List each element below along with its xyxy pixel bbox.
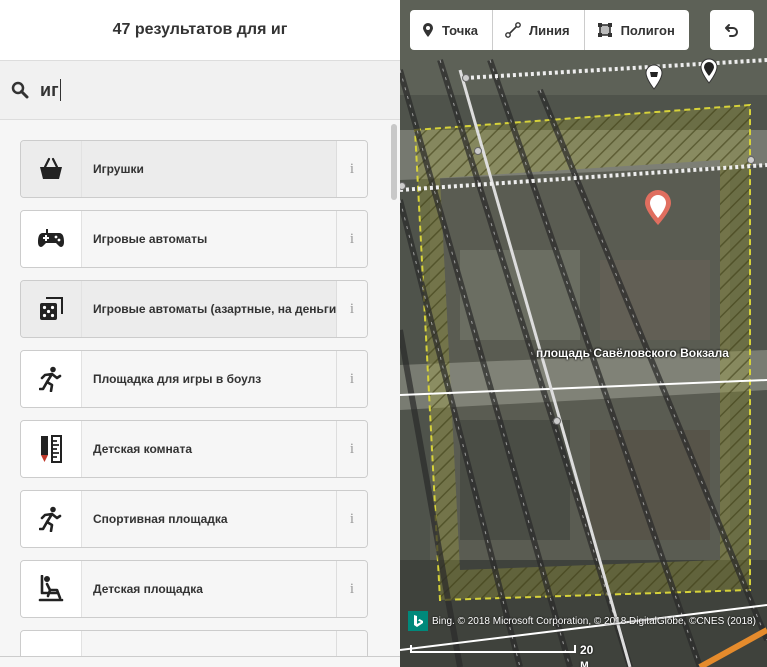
attribution-text[interactable]: Bing. © 2018 Microsoft Corporation, © 20… (432, 616, 756, 627)
selected-map-pin[interactable] (644, 190, 672, 226)
info-button[interactable]: i (336, 421, 367, 477)
info-button[interactable]: i (336, 141, 367, 197)
result-label: Площадка для игры в боулз (93, 372, 262, 386)
info-button[interactable]: i (336, 561, 367, 617)
search-icon (11, 81, 29, 99)
result-playground[interactable]: Детская площадка i (20, 560, 368, 618)
result-kids-room[interactable]: Детская комната i (20, 420, 368, 478)
map-area[interactable]: площадь Савёловского Вокзала Точка Линия (400, 0, 767, 667)
playground-icon (38, 575, 64, 602)
undo-button[interactable] (710, 10, 754, 50)
result-partial[interactable] (20, 630, 368, 657)
result-arcade[interactable]: Игровые автоматы i (20, 210, 368, 268)
result-sports-ground[interactable]: Спортивная площадка i (20, 490, 368, 548)
result-label: Игровые автоматы (93, 232, 208, 246)
add-point-label: Точка (442, 22, 479, 38)
result-icon (21, 561, 82, 617)
result-icon (21, 631, 82, 657)
map-point-pin[interactable] (700, 58, 718, 84)
line-icon (505, 22, 521, 38)
result-icon (21, 421, 82, 477)
result-icon (21, 211, 82, 267)
point-icon (423, 23, 433, 37)
imagery-attribution: Bing. © 2018 Microsoft Corporation, © 20… (408, 611, 756, 631)
pencil-ruler-icon (41, 435, 62, 463)
satellite-imagery (400, 0, 767, 667)
shop-map-pin[interactable] (645, 64, 663, 90)
result-toys[interactable]: Игрушки i (20, 140, 368, 198)
undo-icon (725, 24, 738, 37)
scale-bar: 20 м (410, 641, 593, 667)
result-icon (21, 491, 82, 547)
search-input[interactable] (40, 76, 380, 104)
running-person-icon (39, 506, 62, 532)
result-icon (21, 141, 82, 197)
add-area-label: Полигон (620, 22, 675, 38)
dice-icon (40, 297, 63, 320)
result-bowls-ground[interactable]: Площадка для игры в боулз i (20, 350, 368, 408)
result-label: Спортивная площадка (93, 512, 228, 526)
scale-label: 20 м (580, 643, 594, 667)
info-button[interactable]: i (336, 351, 367, 407)
result-label: Детская площадка (93, 582, 203, 596)
draw-mode-toolbar: Точка Линия Полигон (410, 10, 689, 50)
add-area-button[interactable]: Полигон (584, 10, 689, 50)
bing-logo-icon[interactable] (408, 611, 428, 631)
results-list: Игрушки i Игровые автоматы i Игровые авт… (0, 120, 400, 657)
add-line-label: Линия (529, 22, 570, 38)
preset-sidebar: 47 результатов для иг Игрушки i (0, 0, 401, 667)
result-label: Игровые автоматы (азартные, на деньги) (93, 302, 341, 316)
list-scrollbar[interactable] (391, 124, 397, 200)
street-label: площадь Савёловского Вокзала (536, 346, 729, 360)
result-icon (21, 351, 82, 407)
gamepad-icon (38, 229, 64, 247)
add-point-button[interactable]: Точка (410, 10, 494, 50)
shopping-basket-icon (40, 157, 62, 179)
result-gambling-machines[interactable]: Игровые автоматы (азартные, на деньги) i (20, 280, 368, 338)
running-person-icon (39, 366, 62, 392)
info-button[interactable]: i (336, 211, 367, 267)
info-button[interactable]: i (336, 491, 367, 547)
polygon-icon (597, 23, 612, 37)
sidebar-footer (0, 656, 400, 667)
result-label: Детская комната (93, 442, 192, 456)
result-label: Игрушки (93, 162, 144, 176)
add-line-button[interactable]: Линия (493, 10, 585, 50)
result-icon (21, 281, 82, 337)
preset-search (0, 61, 400, 120)
text-caret (60, 79, 61, 101)
info-button[interactable]: i (336, 281, 367, 337)
sidebar-header: 47 результатов для иг (0, 0, 400, 61)
results-title: 47 результатов для иг (112, 21, 288, 38)
info-button[interactable] (336, 631, 367, 657)
